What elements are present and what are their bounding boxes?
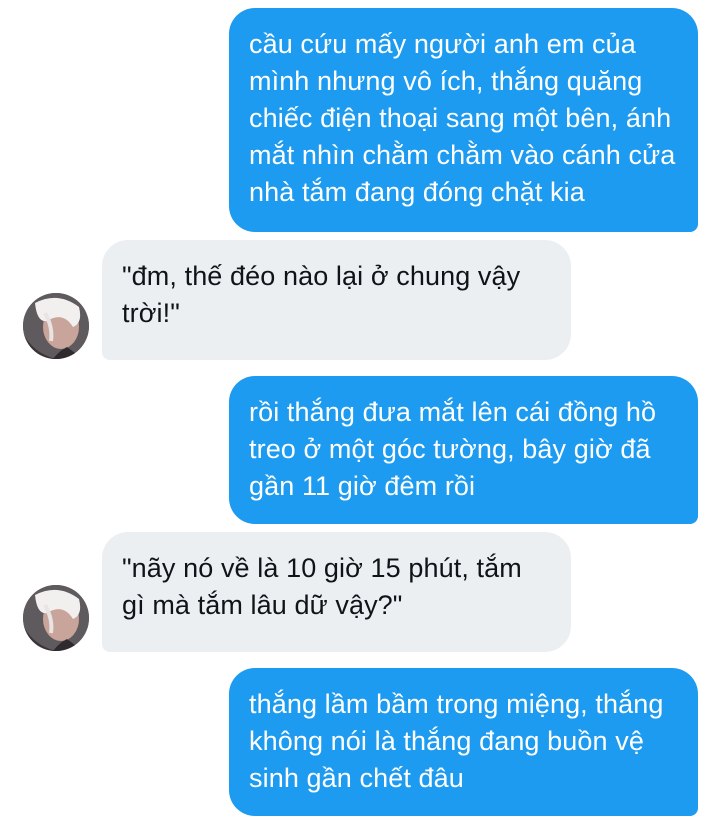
contact-avatar[interactable] [23,293,89,359]
message-sent-3[interactable]: thắng lầm bầm trong miệng, thắng không n… [229,668,698,816]
message-sent-1[interactable]: cầu cứu mấy người anh em của mình nhưng … [229,8,698,232]
contact-avatar[interactable] [23,585,89,651]
message-sent-2[interactable]: rồi thắng đưa mắt lên cái đồng hồ treo ở… [229,376,698,524]
message-received-1[interactable]: "đm, thế đéo nào lại ở chung vậy trời!" [102,240,571,360]
message-received-2[interactable]: "nãy nó về là 10 giờ 15 phút, tắm gì mà … [102,532,571,652]
avatar-image [23,585,89,651]
avatar-image [23,293,89,359]
